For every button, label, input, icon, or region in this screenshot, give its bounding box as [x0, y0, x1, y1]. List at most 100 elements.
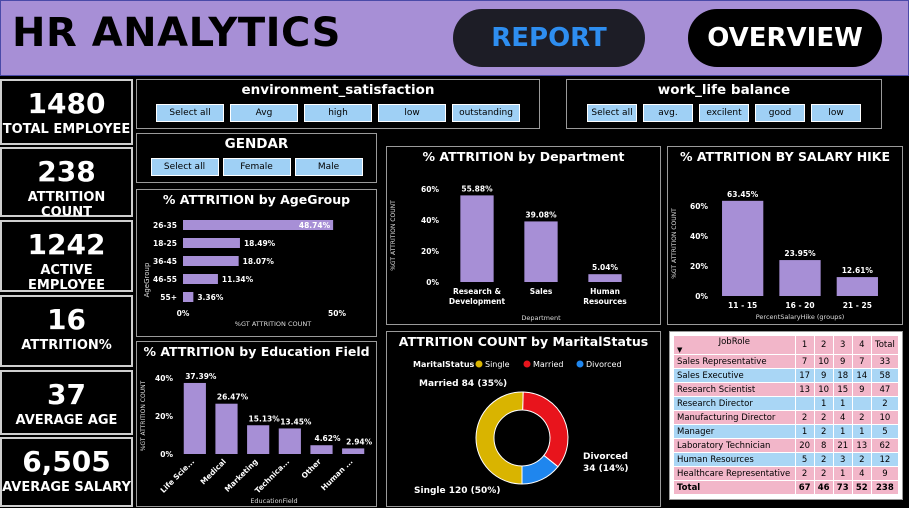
chip-wlb-avg[interactable]: avg. — [643, 104, 693, 122]
kpi-total-employee: 1480 TOTAL EMPLOYEE — [0, 79, 133, 145]
tick-label: Life Scie... — [159, 457, 197, 495]
sort-desc-icon: ▼ — [677, 346, 683, 354]
tick-label: 0% — [177, 309, 190, 318]
chip-env-select-all[interactable]: Select all — [156, 104, 224, 122]
bar — [342, 448, 365, 454]
kpi-label: TOTAL EMPLOYEE — [2, 122, 131, 137]
legend-entry: Single — [485, 360, 510, 369]
kpi-label: ATTRITION% — [21, 338, 112, 353]
chip-env-low[interactable]: low — [378, 104, 446, 122]
education-field-chart-panel: % ATTRITION by Education Field %GT ATTRI… — [136, 341, 377, 507]
tick-label: Human — [590, 287, 620, 296]
chip-wlb-excilent[interactable]: excilent — [699, 104, 749, 122]
tick-label: 40% — [155, 374, 173, 383]
chip-gender-male[interactable]: Male — [294, 158, 363, 176]
table-cell: 9 — [832, 354, 853, 369]
x-axis-label: Department — [521, 314, 561, 322]
table-cell: 2 — [794, 466, 815, 481]
bar — [460, 195, 494, 282]
kpi-active-employee: 1242 ACTIVE EMPLOYEE — [0, 220, 133, 293]
data-label: 12.61% — [842, 266, 874, 275]
table-row: Research Scientist 13 10 15 9 47 — [673, 382, 900, 397]
kpi-attrition-count: 238 ATTRITION COUNT — [0, 147, 133, 220]
tick-label: 16 - 20 — [785, 301, 814, 310]
bar — [278, 428, 301, 454]
table-row: Manufacturing Director 2 2 4 2 10 — [673, 410, 900, 425]
column-header-jobrole[interactable]: JobRole ▼ — [673, 335, 796, 355]
chip-gender-female[interactable]: Female — [222, 158, 291, 176]
tick-label: Other — [300, 457, 324, 481]
data-label: 34 (14%) — [583, 464, 628, 474]
chip-env-outstanding[interactable]: outstanding — [452, 104, 520, 122]
data-label: 37.39% — [185, 372, 217, 381]
x-axis-label: EducationField — [250, 497, 297, 505]
data-label: 11.34% — [222, 275, 254, 284]
table-cell: 1 — [851, 424, 872, 439]
age-group-chart: AgeGroup 26-35 48.74% 18-25 18.49% 36-45 18.07… — [143, 220, 346, 328]
bar — [310, 445, 333, 454]
table-cell: 46 — [813, 480, 834, 495]
column-header-total[interactable]: Total — [870, 335, 900, 355]
table-cell: 2 — [851, 410, 872, 425]
table-cell: Research Director — [673, 396, 796, 411]
table-cell: 4 — [832, 410, 853, 425]
table-cell: 10 — [870, 410, 900, 425]
table-cell: 15 — [832, 382, 853, 397]
table-cell: Manager — [673, 424, 796, 439]
table-row: Laboratory Technician 20 8 21 13 62 — [673, 438, 900, 453]
column-header-3[interactable]: 3 — [832, 335, 853, 355]
table-row: Sales Executive 17 9 18 14 58 — [673, 368, 900, 383]
chip-wlb-select-all[interactable]: Select all — [587, 104, 637, 122]
slicer-title: GENDAR — [224, 136, 289, 152]
bar — [524, 221, 558, 282]
table-cell: 5 — [870, 424, 900, 439]
chip-env-avg[interactable]: Avg — [230, 104, 298, 122]
kpi-value: 6,505 — [22, 445, 111, 478]
table-cell: 14 — [851, 368, 872, 383]
bar — [588, 274, 622, 282]
table-row: Manager 1 2 1 1 5 — [673, 424, 900, 439]
department-chart-panel: % ATTRITION by Department %GT ATTRITION … — [386, 146, 661, 325]
kpi-value: 37 — [47, 378, 86, 411]
table-cell: 7 — [794, 354, 815, 369]
table-cell: 9 — [870, 466, 900, 481]
data-label: 18.49% — [244, 239, 276, 248]
kpi-label: ACTIVE EMPLOYEE — [28, 263, 105, 293]
tick-label: 46-55 — [153, 275, 177, 284]
table-cell: 20 — [794, 438, 815, 453]
chip-env-high[interactable]: high — [304, 104, 372, 122]
table-cell: 2 — [870, 396, 900, 411]
table-cell: 2 — [813, 424, 834, 439]
table-row: Sales Representative 7 10 9 7 33 — [673, 354, 900, 369]
bar — [183, 238, 240, 248]
table-cell: 58 — [870, 368, 900, 383]
table-cell: 2 — [813, 466, 834, 481]
tick-label: 21 - 25 — [843, 301, 872, 310]
bar — [722, 200, 764, 296]
bar — [183, 256, 239, 266]
table-cell: Research Scientist — [673, 382, 796, 397]
table-cell: 73 — [832, 480, 853, 495]
kpi-value: 238 — [37, 155, 96, 188]
tick-label: Research & — [453, 287, 502, 296]
chip-gender-select-all[interactable]: Select all — [150, 158, 219, 176]
overview-button[interactable]: OVERVIEW — [688, 9, 882, 67]
report-button[interactable]: REPORT — [453, 9, 645, 67]
slicer-title: environment_satisfaction — [241, 82, 435, 98]
kpi-average-salary: 6,505 AVERAGE SALARY — [0, 437, 133, 507]
table-cell: 5 — [794, 452, 815, 467]
bar — [183, 292, 194, 302]
column-header-2[interactable]: 2 — [813, 335, 834, 355]
jobrole-matrix-panel: JobRole ▼ 1 2 3 4 Total Sales Representa… — [669, 331, 903, 500]
table-cell: 1 — [832, 396, 853, 411]
table-cell: Sales Executive — [673, 368, 796, 383]
column-header-4[interactable]: 4 — [851, 335, 872, 355]
legend-marker — [475, 360, 483, 368]
column-header-1[interactable]: 1 — [794, 335, 815, 355]
data-label: 26.47% — [217, 393, 249, 402]
tick-label: Development — [449, 297, 506, 306]
chip-wlb-good[interactable]: good — [755, 104, 805, 122]
page-title: HR ANALYTICS — [12, 10, 341, 56]
data-label: Single 120 (50%) — [414, 486, 500, 496]
chip-wlb-low[interactable]: low — [811, 104, 861, 122]
